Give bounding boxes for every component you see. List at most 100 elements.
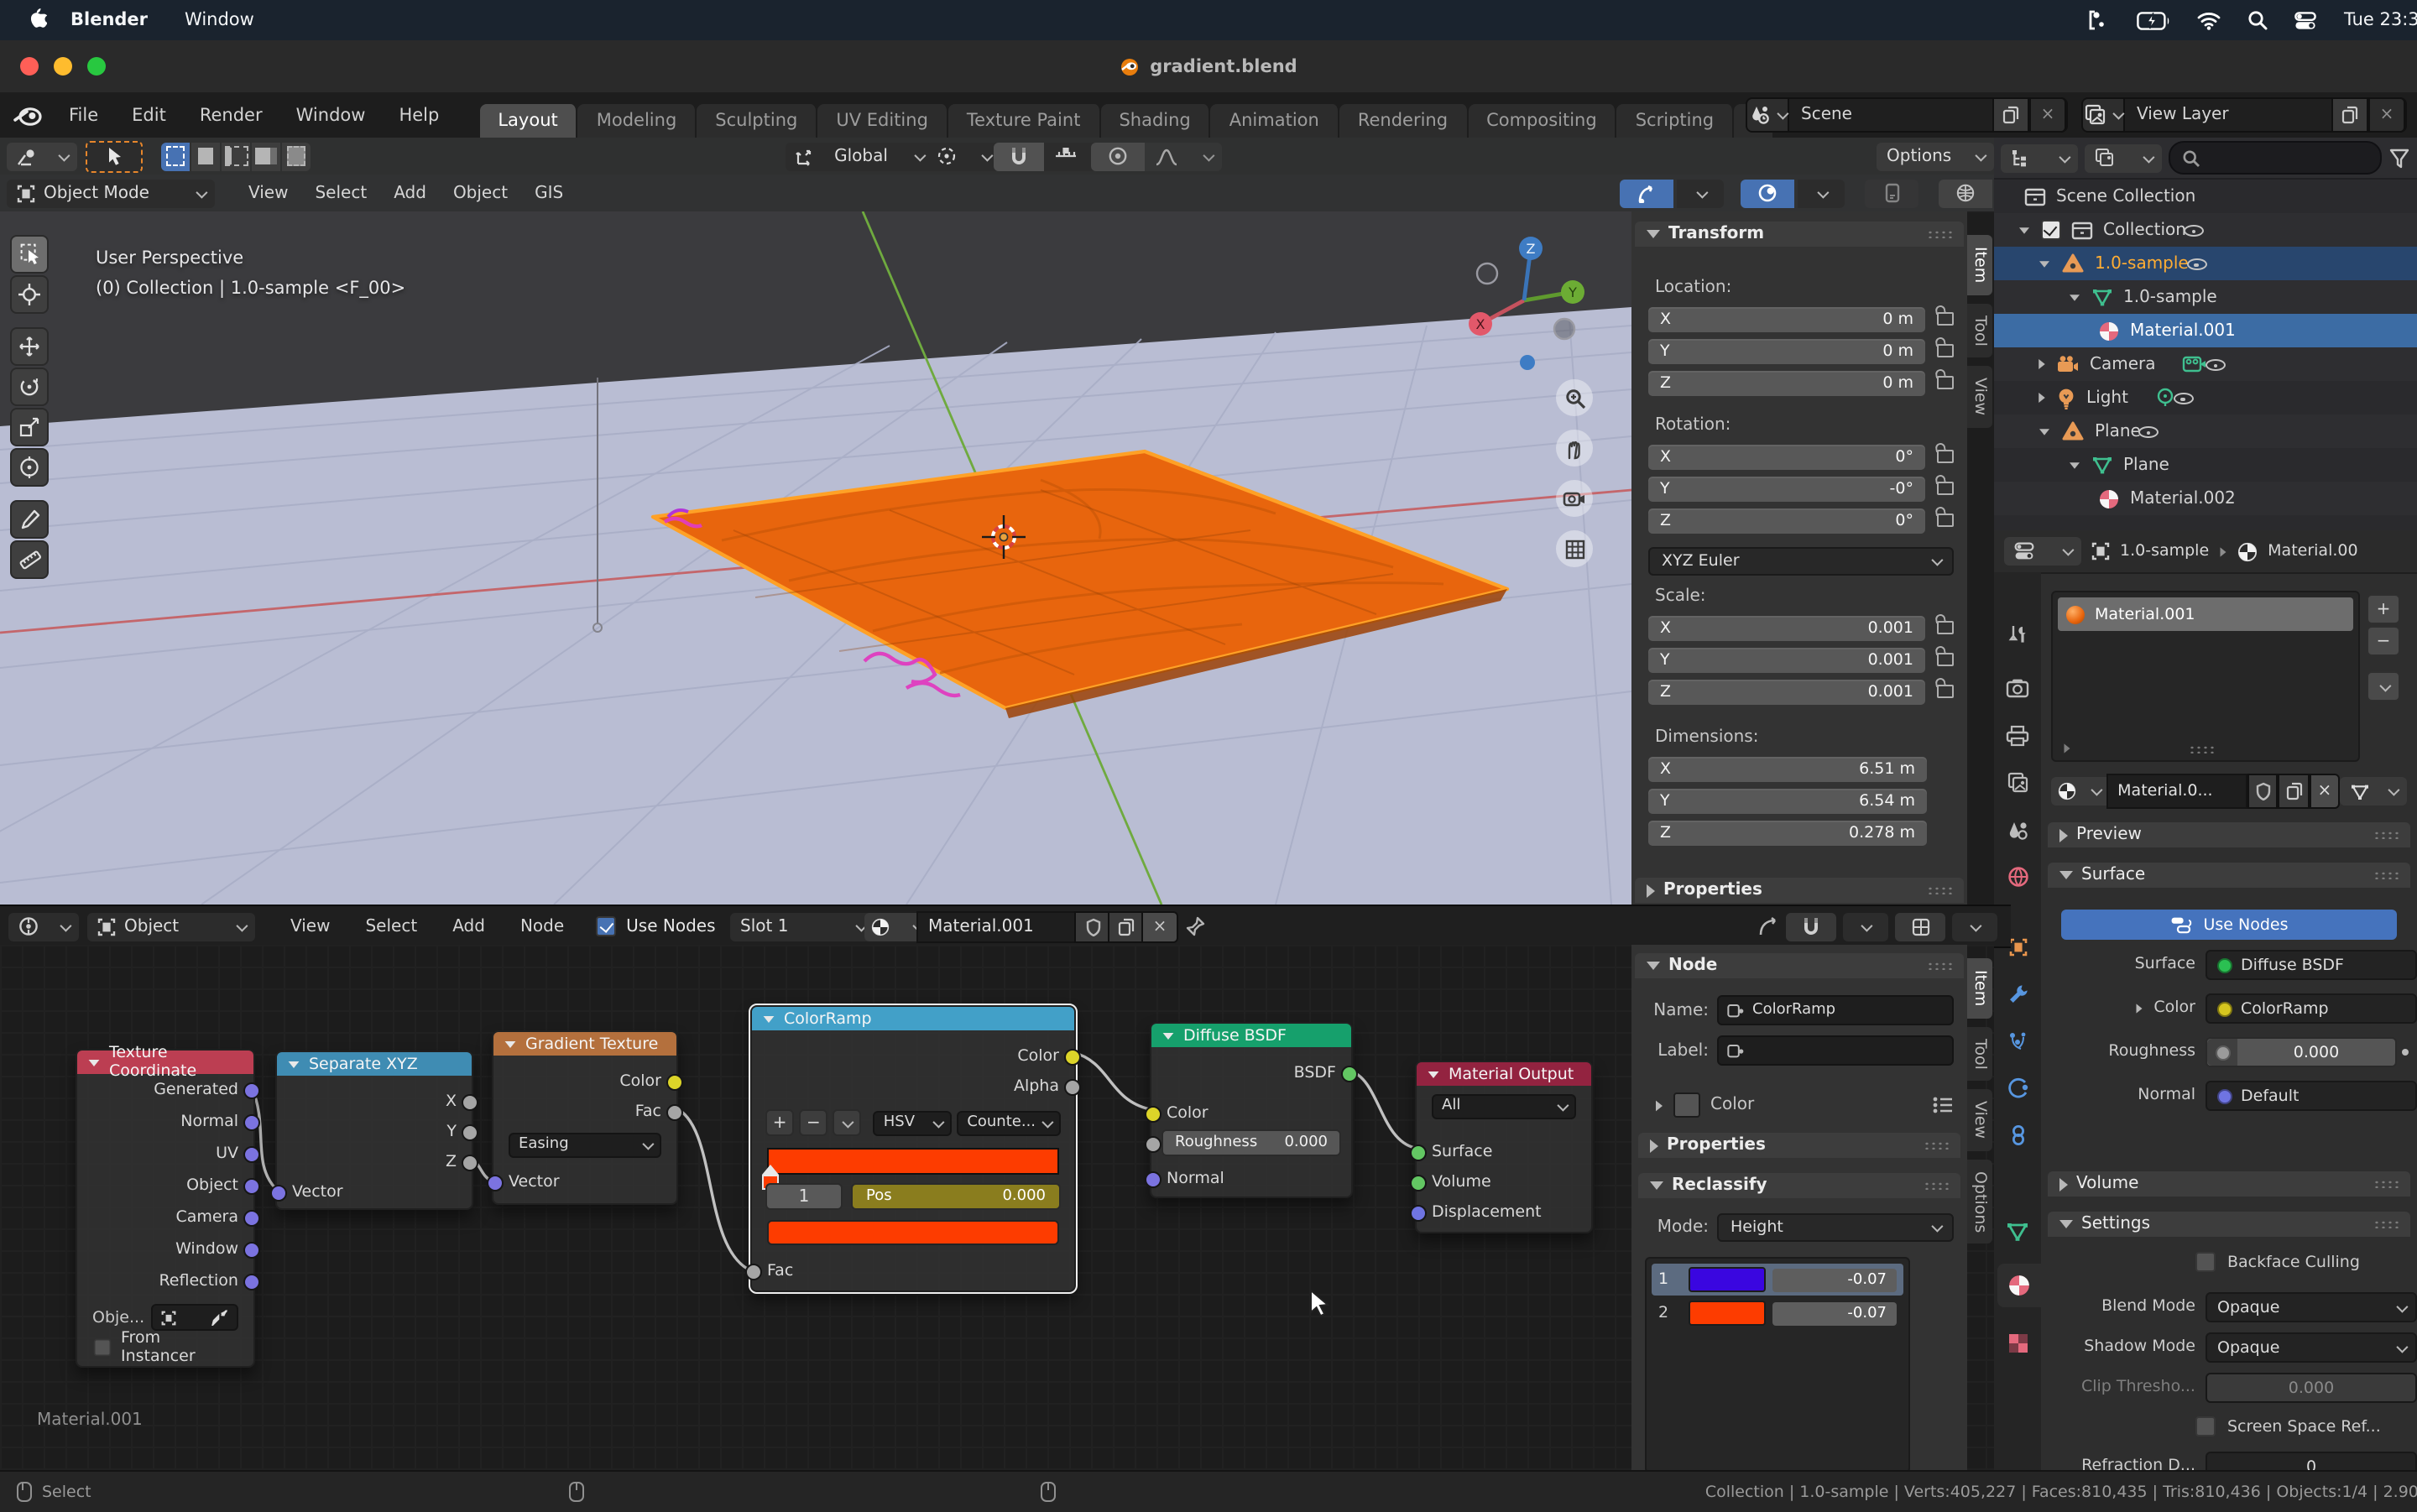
dimensions-y-field[interactable]: Y6.54 m — [1648, 788, 1927, 813]
unlink-material-button[interactable]: × — [2310, 774, 2341, 809]
tool-tweak-select[interactable] — [10, 235, 49, 274]
output-target-dropdown[interactable]: All — [1432, 1093, 1576, 1118]
gis-menu[interactable]: GIS — [521, 184, 577, 202]
socket-x-output[interactable] — [462, 1094, 478, 1111]
presets-list-icon[interactable] — [1932, 1096, 1954, 1114]
select-mode-extend[interactable] — [191, 142, 220, 170]
tab-modeling[interactable]: Modeling — [578, 104, 697, 138]
editor-type-shader-button[interactable] — [8, 912, 79, 941]
tool-move[interactable] — [10, 327, 49, 366]
overlays-dropdown[interactable] — [1798, 179, 1845, 207]
socket-window-output[interactable] — [243, 1242, 260, 1259]
clip-threshold-field[interactable]: 0.000 — [2206, 1373, 2417, 1403]
dimensions-x-field[interactable]: X6.51 m — [1648, 756, 1927, 781]
socket-surface-input[interactable] — [1410, 1144, 1427, 1161]
properties-panel-header[interactable]: Properties — [1635, 878, 1964, 903]
show-gizmo-toggle[interactable] — [1620, 179, 1673, 207]
tool-rotate[interactable] — [10, 368, 49, 406]
outliner-row-sample-object[interactable]: 1.0-sample — [1994, 247, 2417, 280]
lock-location-z-icon[interactable] — [1937, 376, 1954, 389]
dimensions-z-field[interactable]: Z0.278 m — [1648, 820, 1927, 845]
scale-z-field[interactable]: Z0.001 — [1648, 679, 1925, 704]
node-sidebar-tab-options[interactable]: Options — [1967, 1159, 1992, 1243]
npanel-tab-view[interactable]: View — [1967, 366, 1992, 427]
reclassify-color-2[interactable] — [1689, 1301, 1766, 1326]
object-menu[interactable]: Object — [440, 184, 521, 202]
macos-window-menu[interactable]: Window — [185, 10, 254, 30]
hide-light-eye-icon[interactable] — [2172, 386, 2195, 409]
socket-bsdf-output[interactable] — [1341, 1066, 1358, 1082]
transform-orientation-dropdown[interactable]: Global — [786, 142, 933, 170]
node-color-swatch[interactable] — [1673, 1092, 1700, 1118]
tab-object-data[interactable] — [1994, 1210, 2041, 1254]
outliner-row-light[interactable]: Light — [1994, 381, 2417, 414]
breadcrumb-material[interactable]: Material.00 — [2268, 542, 2357, 560]
mode-dropdown[interactable]: Object Mode — [7, 179, 215, 207]
outliner-row-plane-object[interactable]: Plane — [1994, 414, 2417, 448]
tab-world[interactable] — [1994, 854, 2041, 898]
easing-dropdown[interactable]: Easing — [509, 1132, 661, 1157]
link-material-dropdown[interactable] — [2340, 777, 2407, 806]
new-view-layer-button[interactable] — [2331, 97, 2368, 133]
pin-icon[interactable] — [1185, 915, 1205, 937]
socket-fac-input[interactable] — [745, 1264, 762, 1280]
hide-camera-eye-icon[interactable] — [2205, 352, 2228, 376]
shadow-mode-dropdown[interactable]: Opaque — [2206, 1332, 2417, 1363]
outliner-filter-type-dropdown[interactable] — [2085, 143, 2162, 172]
node-properties-panel-header[interactable]: Properties — [1638, 1133, 1960, 1158]
reclassify-value-1[interactable]: -0.07 — [1772, 1268, 1897, 1291]
apple-logo-icon[interactable] — [27, 8, 47, 32]
proportional-editing-toggle[interactable] — [1091, 142, 1145, 170]
outliner-row-plane-mesh[interactable]: Plane — [1994, 448, 2417, 482]
node-separate-xyz[interactable]: Separate XYZ X Y Z Vector — [275, 1051, 473, 1210]
roughness-node-slider[interactable]: Roughness0.000 — [1162, 1129, 1341, 1156]
remove-view-layer-button[interactable]: × — [2368, 97, 2405, 133]
gizmo-dropdown[interactable] — [1677, 179, 1724, 207]
node-overlay-dropdown[interactable] — [1952, 912, 1997, 941]
tab-animation[interactable]: Animation — [1211, 104, 1339, 138]
socket-y-output[interactable] — [462, 1124, 478, 1141]
location-y-field[interactable]: Y0 m — [1648, 338, 1925, 363]
tab-physics[interactable] — [1994, 1066, 2041, 1109]
outliner-row-sample-mesh[interactable]: 1.0-sample — [1994, 280, 2417, 314]
node-view-menu[interactable]: View — [277, 917, 343, 936]
stop-color-swatch[interactable] — [767, 1220, 1059, 1245]
socket-z-output[interactable] — [462, 1155, 478, 1171]
remove-material-slot-button[interactable]: − — [2367, 626, 2400, 656]
view-layer-name[interactable]: View Layer — [2125, 106, 2331, 124]
node-diffuse-bsdf[interactable]: Diffuse BSDF BSDF Color Roughness0.000 N… — [1150, 1022, 1353, 1198]
socket-camera-output[interactable] — [243, 1210, 260, 1227]
volume-panel-header[interactable]: Volume — [2048, 1171, 2410, 1197]
scene-selector[interactable]: Scene × — [1746, 97, 2068, 133]
location-z-field[interactable]: Z0 m — [1648, 370, 1925, 395]
add-menu[interactable]: Add — [380, 184, 440, 202]
node-panel-header[interactable]: Node — [1635, 953, 1964, 978]
screen-space-refraction-checkbox[interactable] — [2195, 1416, 2216, 1436]
socket-color-input[interactable] — [1145, 1106, 1162, 1123]
material-slot-row[interactable]: Material.001 — [2058, 597, 2353, 631]
socket-reflection-output[interactable] — [243, 1274, 260, 1290]
select-mode-set[interactable] — [161, 142, 190, 170]
view-layer-selector[interactable]: View Layer × — [2081, 97, 2407, 133]
preview-panel-header[interactable]: Preview — [2048, 822, 2410, 847]
stop-position-slider[interactable]: Pos0.000 — [851, 1183, 1061, 1210]
location-x-field[interactable]: X0 m — [1648, 306, 1925, 331]
tab-scene[interactable] — [1994, 807, 2041, 851]
tool-scale[interactable] — [10, 408, 49, 446]
wifi-icon[interactable] — [2198, 11, 2221, 29]
node-material-name-field[interactable]: Material.001 — [916, 910, 1094, 942]
socket-normal-output[interactable] — [243, 1114, 260, 1131]
lock-scale-x-icon[interactable] — [1937, 621, 1954, 634]
stop-index-field[interactable]: 1 — [765, 1183, 843, 1210]
ramp-stop-handle[interactable] — [762, 1165, 779, 1175]
show-overlays-toggle[interactable] — [1741, 179, 1794, 207]
lock-rotation-x-icon[interactable] — [1937, 450, 1954, 463]
ramp-specials-button[interactable] — [833, 1109, 862, 1136]
lock-rotation-y-icon[interactable] — [1937, 482, 1954, 495]
socket-generated-output[interactable] — [243, 1082, 260, 1099]
close-window-button[interactable] — [20, 57, 39, 76]
scale-y-field[interactable]: Y0.001 — [1648, 647, 1925, 672]
window-menu[interactable]: Window — [279, 105, 383, 125]
hide-collection-eye-icon[interactable] — [2183, 218, 2206, 242]
outliner-filter-icon[interactable] — [2388, 147, 2410, 169]
